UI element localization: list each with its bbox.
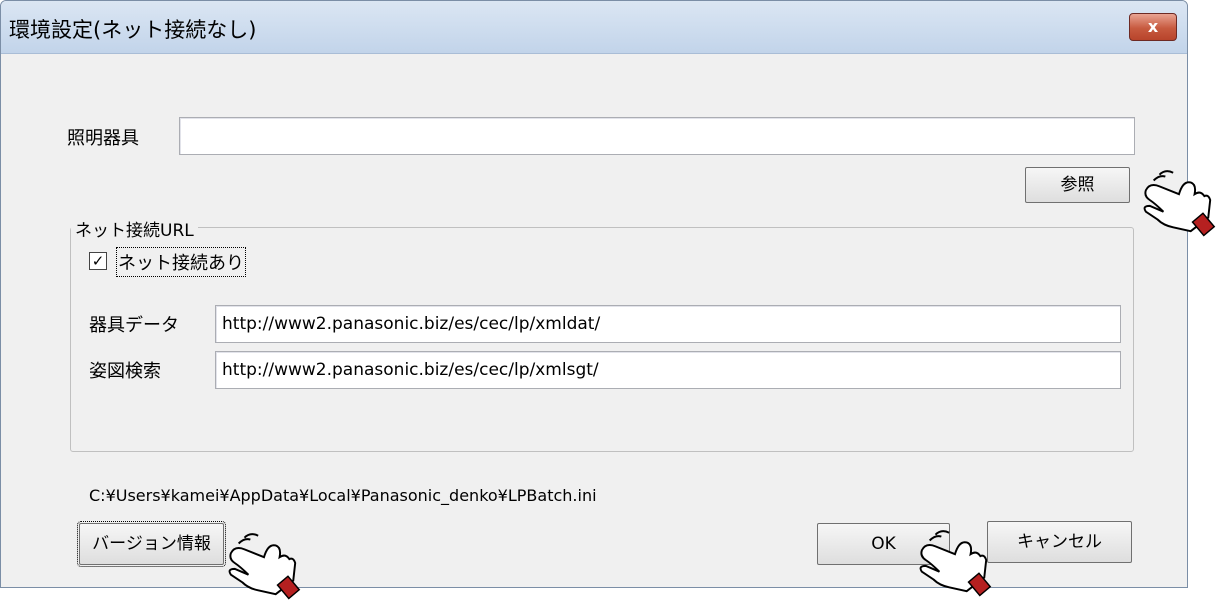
fixture-label: 照明器具: [67, 128, 139, 149]
window-title: 環境設定(ネット接続なし): [9, 18, 257, 42]
ini-path-text: C:¥Users¥kamei¥AppData¥Local¥Panasonic_d…: [89, 486, 597, 505]
figure-search-url-input[interactable]: http://www2.panasonic.biz/es/cec/lp/xmls…: [215, 351, 1121, 389]
hand-pointer-icon: [919, 530, 992, 597]
fixture-data-url-input[interactable]: http://www2.panasonic.biz/es/cec/lp/xmld…: [215, 305, 1121, 343]
hand-pointer-icon: [1143, 170, 1216, 237]
hand-pointer-icon: [228, 533, 301, 600]
figure-search-label: 姿図検索: [89, 361, 161, 382]
settings-dialog: 環境設定(ネット接続なし) x 照明器具 参照 ネット接続URL ✓ ネット接続…: [0, 0, 1188, 588]
cancel-button[interactable]: キャンセル: [987, 521, 1132, 563]
title-bar: 環境設定(ネット接続なし) x: [1, 1, 1187, 54]
close-button[interactable]: x: [1129, 13, 1177, 41]
version-info-button[interactable]: バージョン情報: [77, 521, 226, 567]
browse-button[interactable]: 参照: [1025, 167, 1130, 203]
fixture-input[interactable]: [179, 117, 1135, 155]
check-mark-icon: ✓: [91, 252, 105, 270]
net-connection-checkbox[interactable]: ✓: [89, 252, 107, 270]
net-connection-group-legend: ネット接続URL: [71, 216, 198, 241]
fixture-data-label: 器具データ: [89, 315, 179, 336]
net-connection-checkbox-label[interactable]: ネット接続あり: [116, 247, 246, 277]
dialog-body: 照明器具 参照 ネット接続URL ✓ ネット接続あり 器具データ http://…: [9, 54, 1177, 581]
